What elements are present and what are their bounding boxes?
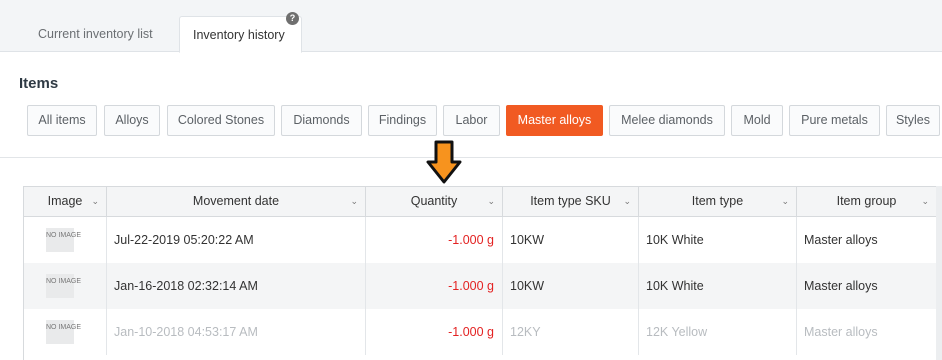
quantity-cell: -1.000 g: [366, 263, 503, 309]
item-type-cell: 12K Yellow: [639, 309, 797, 355]
filter-melee-diamonds-button[interactable]: Melee diamonds: [609, 105, 725, 136]
column-header-movement-date[interactable]: Movement date ⌄: [107, 186, 366, 217]
table-row[interactable]: NO IMAGE Jul-22-2019 05:20:22 AM -1.000 …: [24, 217, 942, 263]
chevron-down-icon[interactable]: ⌄: [487, 187, 495, 216]
vertical-scrollbar[interactable]: [936, 186, 942, 360]
arrow-down-icon: [426, 140, 462, 184]
inventory-history-table: Image ⌄ Movement date ⌄ Quantity ⌄ Item typ…: [23, 186, 942, 360]
tab-inventory-history[interactable]: Inventory history: [179, 16, 302, 53]
quantity-cell: -1.000 g: [366, 309, 503, 355]
item-type-sku-cell: 10KW: [503, 217, 639, 263]
filter-mold-button[interactable]: Mold: [731, 105, 783, 136]
column-header-label: Item group: [836, 194, 897, 208]
no-image-placeholder: NO IMAGE: [46, 228, 81, 252]
filter-diamonds-button[interactable]: Diamonds: [281, 105, 362, 136]
item-group-cell: Master alloys: [797, 217, 937, 263]
column-header-item-group[interactable]: Item group ⌄: [797, 186, 937, 217]
item-type-sku-cell: 10KW: [503, 263, 639, 309]
filter-colored-stones-button[interactable]: Colored Stones: [167, 105, 275, 136]
chevron-down-icon[interactable]: ⌄: [781, 187, 789, 216]
chevron-down-icon[interactable]: ⌄: [350, 187, 358, 216]
filter-findings-button[interactable]: Findings: [368, 105, 437, 136]
page-title: Items: [19, 75, 59, 92]
divider: [0, 157, 942, 158]
help-icon[interactable]: ?: [286, 12, 299, 25]
filter-styles-button[interactable]: Styles: [886, 105, 940, 136]
column-header-label: Quantity: [410, 194, 458, 208]
column-header-item-type-sku[interactable]: Item type SKU ⌄: [503, 186, 639, 217]
no-image-placeholder: NO IMAGE: [46, 274, 81, 298]
chevron-down-icon[interactable]: ⌄: [921, 187, 929, 216]
image-cell: NO IMAGE: [24, 309, 107, 355]
item-type-sku-cell: 12KY: [503, 309, 639, 355]
table-row[interactable]: NO IMAGE Jan-16-2018 02:32:14 AM -1.000 …: [24, 263, 942, 309]
movement-date-cell: Jan-16-2018 02:32:14 AM: [107, 263, 366, 309]
image-cell: NO IMAGE: [24, 217, 107, 263]
column-header-label: Item type SKU: [530, 194, 611, 208]
filter-alloys-button[interactable]: Alloys: [104, 105, 160, 136]
filter-master-alloys-button[interactable]: Master alloys: [506, 105, 603, 136]
filter-pure-metals-button[interactable]: Pure metals: [789, 105, 880, 136]
column-header-image[interactable]: Image ⌄: [24, 186, 107, 217]
chevron-down-icon[interactable]: ⌄: [623, 187, 631, 216]
column-header-quantity[interactable]: Quantity ⌄: [366, 186, 503, 217]
item-type-cell: 10K White: [639, 263, 797, 309]
item-group-cell: Master alloys: [797, 263, 937, 309]
item-type-cell: 10K White: [639, 217, 797, 263]
item-group-cell: Master alloys: [797, 309, 937, 355]
tab-current-inventory-list[interactable]: Current inventory list: [26, 16, 174, 52]
column-header-label: Movement date: [192, 194, 280, 208]
column-header-item-type[interactable]: Item type ⌄: [639, 186, 797, 217]
tab-bar: Current inventory list Inventory history…: [0, 0, 942, 53]
quantity-cell: -1.000 g: [366, 217, 503, 263]
chevron-down-icon[interactable]: ⌄: [91, 187, 99, 216]
image-cell: NO IMAGE: [24, 263, 107, 309]
filter-all-items-button[interactable]: All items: [27, 105, 97, 136]
column-header-label: Image: [47, 194, 83, 208]
movement-date-cell: Jan-10-2018 04:53:17 AM: [107, 309, 366, 355]
table-row[interactable]: NO IMAGE Jan-10-2018 04:53:17 AM -1.000 …: [24, 309, 942, 355]
filter-labor-button[interactable]: Labor: [443, 105, 500, 136]
column-header-label: Item type: [691, 194, 744, 208]
no-image-placeholder: NO IMAGE: [46, 320, 81, 344]
movement-date-cell: Jul-22-2019 05:20:22 AM: [107, 217, 366, 263]
